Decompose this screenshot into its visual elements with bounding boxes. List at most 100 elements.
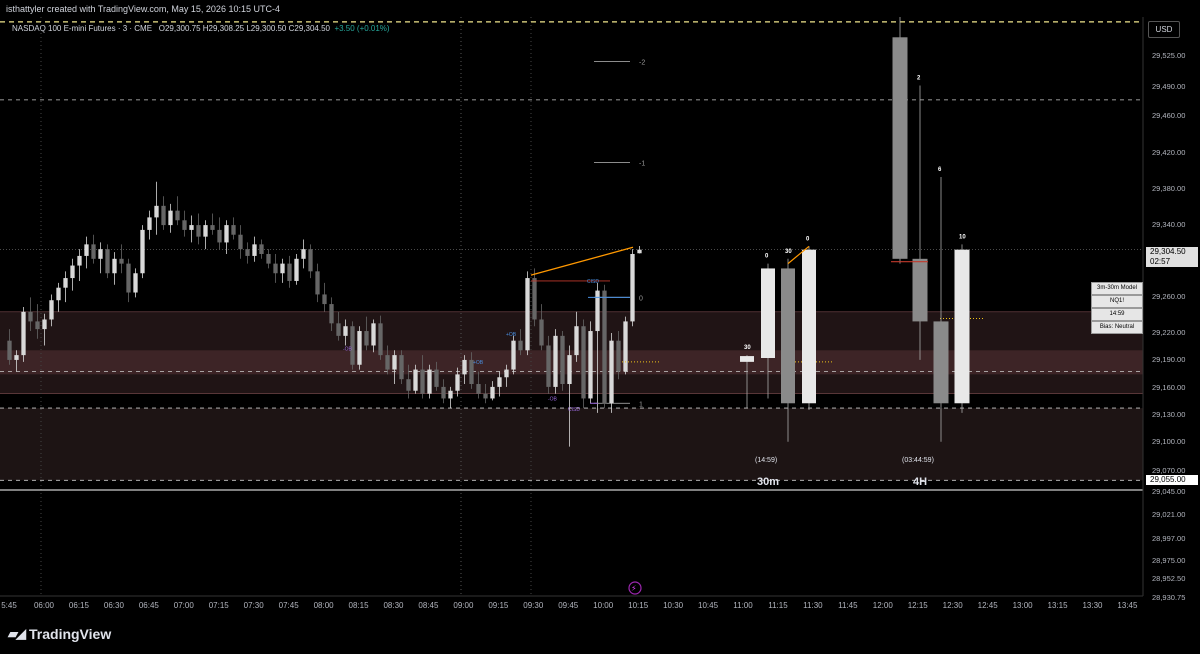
candle-body (490, 386, 495, 399)
y-axis-tick-label: 29,260.00 (1152, 292, 1185, 301)
candle-body (441, 386, 446, 399)
x-axis-tick-label: 09:30 (523, 601, 544, 610)
candle-body (595, 290, 600, 332)
candle-body (574, 326, 579, 356)
candle-body (56, 287, 61, 301)
x-axis-tick-label: 10:00 (593, 601, 614, 610)
y-axis-tick-label: 29,130.00 (1152, 410, 1185, 419)
candle-body (448, 390, 453, 399)
y-axis-tick-label: 29,420.00 (1152, 148, 1185, 157)
x-axis-tick-label: 08:45 (418, 601, 439, 610)
htf-30m-candle-label: 30 (744, 345, 751, 351)
x-axis-tick-label: 07:30 (244, 601, 265, 610)
price-chart[interactable]: -2.5 -2 -1 0 1 CISD +OB -OB +OB -OB CISD 30 0 30 0 2 6 10… (0, 17, 1200, 621)
htf-4h-candle-label: 10 (959, 234, 966, 240)
x-axis-tick-label: 08:15 (349, 601, 370, 610)
y-axis-tick-label: 29,380.00 (1152, 184, 1185, 193)
htf-4h-candle-body (954, 249, 970, 404)
candle-body (126, 263, 131, 293)
candle-body (168, 210, 173, 226)
x-axis-tick-label: 06:00 (34, 601, 55, 610)
x-axis-tick-label: 10:45 (698, 601, 719, 610)
x-axis-tick-label: 13:15 (1048, 601, 1069, 610)
currency-button[interactable]: USD (1148, 21, 1180, 38)
candle-body (231, 225, 236, 235)
x-axis-tick-label: 07:45 (279, 601, 300, 610)
info-model: 3m-30m Model (1091, 282, 1143, 295)
candle-body (301, 249, 306, 259)
x-axis-tick-label: 08:00 (314, 601, 335, 610)
candle-body (329, 304, 334, 324)
fib-level-label: -2 (639, 59, 645, 66)
x-axis-tick-label: 10:30 (663, 601, 684, 610)
marked-price-label: 29,055.00 (1146, 475, 1198, 485)
candle-body (413, 369, 418, 391)
candle-body (476, 384, 481, 394)
countdown-4h: (03:44:59) (902, 457, 934, 464)
candle-body (315, 271, 320, 295)
candle-body (420, 369, 425, 394)
countdown-30m: (14:59) (755, 457, 778, 464)
candle-body (140, 229, 145, 274)
attribution-text: isthattyler created with TradingView.com… (6, 4, 280, 14)
candle-body (560, 335, 565, 385)
candle-body (266, 253, 271, 264)
candle-body (630, 253, 635, 322)
current-price-value: 29,304.50 (1150, 247, 1186, 256)
info-timer: 14:59 (1091, 308, 1143, 321)
y-axis-tick-label: 28,930.75 (1152, 593, 1185, 602)
x-axis-tick-label: 11:45 (838, 601, 858, 610)
fib-level-label: -1 (639, 160, 645, 167)
candle-body (462, 359, 467, 375)
x-axis-tick-label: 08:30 (383, 601, 404, 610)
candle-body (525, 278, 530, 351)
candle-body (91, 244, 96, 259)
candle-body (623, 321, 628, 372)
candle-body (609, 340, 614, 404)
candle-body (637, 249, 642, 254)
candle-body (553, 335, 558, 387)
candle-body (189, 225, 194, 230)
candle-body (539, 319, 544, 346)
candle-body (378, 323, 383, 356)
candle-body (14, 355, 19, 360)
liquidity-line (530, 246, 634, 276)
bar-countdown: 02:57 (1150, 257, 1171, 266)
candle-body (182, 220, 187, 230)
candle-body (371, 323, 376, 346)
y-axis-tick-label: 29,070.00 (1152, 466, 1185, 475)
candle-body (105, 249, 110, 274)
candle-body (217, 229, 222, 243)
candle-body (399, 355, 404, 380)
candle-body (392, 355, 397, 370)
candle-body (287, 263, 292, 281)
x-axis-tick-label: 06:15 (69, 601, 90, 610)
y-axis-tick-label: 29,045.00 (1152, 487, 1185, 496)
htf-30m-candle-label: 30 (785, 249, 792, 255)
x-axis-tick-label: 11:30 (803, 601, 823, 610)
htf-30m-candle-body (802, 249, 816, 404)
x-axis-tick-label: 10:15 (628, 601, 649, 610)
candle-body (7, 340, 12, 360)
x-axis-tick-label: 09:00 (453, 601, 474, 610)
candle-body (77, 255, 82, 266)
y-axis-tick-label: 29,021.00 (1152, 510, 1185, 519)
tradingview-logo[interactable]: ▰◢ TradingView (8, 626, 111, 642)
timeframe-label-4h: 4H (913, 476, 928, 488)
candle-body (196, 225, 201, 237)
candle-body (154, 205, 159, 218)
candle-body (147, 217, 152, 230)
candle-body (98, 249, 103, 259)
y-axis-tick-label: 29,460.00 (1152, 111, 1185, 120)
candle-body (616, 340, 621, 372)
candle-body (21, 311, 26, 356)
x-axis-tick-label: 13:45 (1117, 601, 1138, 610)
tv-logo-icon: ▰◢ (8, 626, 26, 641)
htf-4h-candle-label: 6 (938, 167, 942, 173)
order-block-marker: +OB (506, 332, 517, 338)
x-axis-tick-label: 5:45 (1, 601, 17, 610)
y-axis-tick-label: 29,525.00 (1152, 51, 1185, 60)
candle-body (567, 355, 572, 385)
x-axis-tick-label: 13:00 (1013, 601, 1034, 610)
x-axis-tick-label: 12:45 (978, 601, 999, 610)
